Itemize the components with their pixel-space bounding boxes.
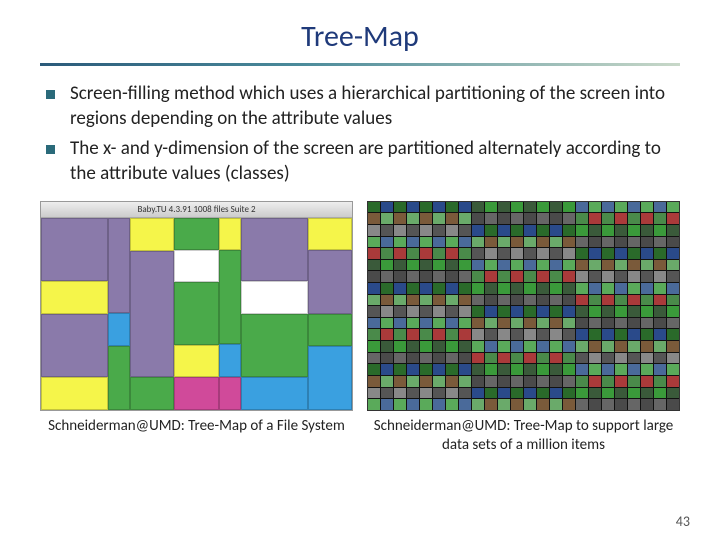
bullet-item: Screen-filling method which uses a hiera…	[46, 82, 680, 131]
treemap-body	[41, 218, 352, 410]
figures-row: Baby.TU 4.3.91 1008 files Suite 2	[40, 201, 680, 455]
bullet-item: The x- and y-dimension of the screen are…	[46, 137, 680, 186]
treemap-filesystem: Baby.TU 4.3.91 1008 files Suite 2	[40, 201, 353, 411]
figure-right: Schneiderman@UMD: Tree-Map to support la…	[367, 201, 680, 455]
page-number: 43	[676, 513, 690, 530]
treemap-large-dataset	[367, 201, 680, 411]
bullet-list: Screen-filling method which uses a hiera…	[40, 82, 680, 187]
window-titlebar: Baby.TU 4.3.91 1008 files Suite 2	[41, 202, 352, 218]
figure-caption: Schneiderman@UMD: Tree-Map to support la…	[367, 417, 680, 455]
figure-caption: Schneiderman@UMD: Tree-Map of a File Sys…	[48, 417, 345, 436]
title-underline	[40, 63, 680, 66]
treemap-dense-body	[368, 202, 679, 410]
slide-title: Tree-Map	[40, 18, 680, 55]
figure-left: Baby.TU 4.3.91 1008 files Suite 2	[40, 201, 353, 436]
